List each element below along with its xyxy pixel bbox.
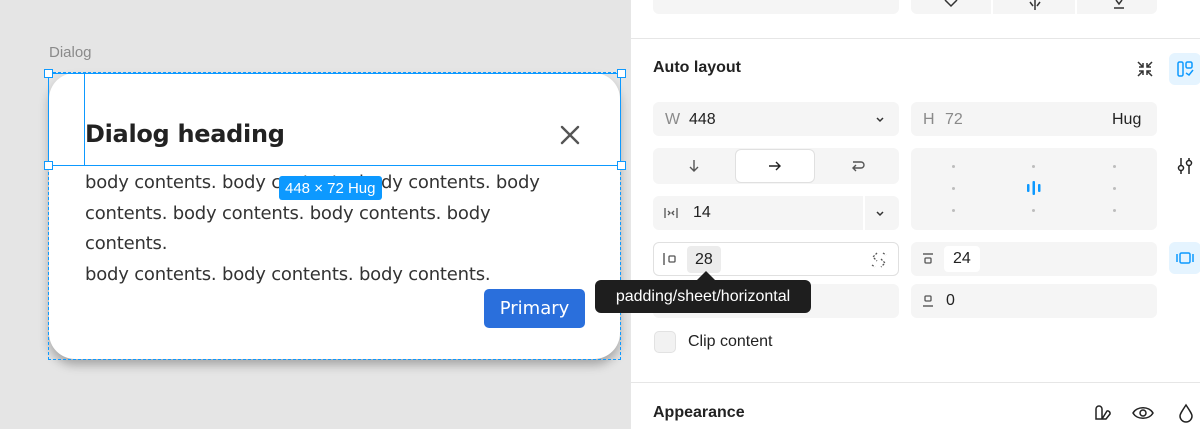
properties-panel: 0 Auto layout W 448 H 72 Hug: [630, 0, 1200, 429]
styles-icon: [1095, 405, 1111, 420]
height-value: 72: [945, 111, 963, 128]
direction-vertical-button[interactable]: [653, 148, 735, 184]
bottom-padding-value: 0: [946, 292, 955, 309]
design-canvas[interactable]: Dialog Dialog heading body contents. bod…: [0, 0, 630, 429]
drop-icon: [1179, 403, 1193, 423]
chevron-down-icon[interactable]: [875, 116, 885, 124]
resize-handle-bottom-right[interactable]: [617, 161, 626, 170]
clip-content-label[interactable]: Clip content: [688, 333, 773, 351]
arrow-down-icon: [689, 160, 699, 172]
primary-button[interactable]: Primary: [484, 289, 585, 328]
gap-value: 14: [693, 204, 711, 221]
collapse-arrows-icon: [1137, 61, 1153, 77]
visibility-toggle[interactable]: [1128, 400, 1158, 426]
partial-field-top[interactable]: 0: [653, 0, 899, 14]
direction-segmented-control: [653, 148, 899, 184]
blend-mode-button[interactable]: [1173, 400, 1199, 426]
height-mode: Hug: [1112, 111, 1142, 128]
constraint-icon: [1114, 0, 1124, 9]
arrow-right-icon: [769, 161, 781, 171]
close-icon: [560, 125, 580, 145]
padding-bottom-icon: [923, 295, 933, 307]
resize-handle-top-right[interactable]: [617, 69, 626, 78]
partial-alignment-group[interactable]: [911, 0, 1157, 14]
gap-icon: [664, 208, 678, 218]
partial-field-value: 0: [687, 0, 696, 2]
alignment-grid[interactable]: [911, 148, 1157, 230]
individual-padding-button[interactable]: [1169, 242, 1200, 274]
detach-variable-icon[interactable]: [869, 250, 889, 270]
constraint-icon: [944, 0, 958, 8]
dialog-body-line: body contents. body contents. body conte…: [85, 263, 491, 285]
align-center-icon: [1027, 181, 1041, 195]
direction-horizontal-button[interactable]: [735, 149, 815, 183]
shrink-to-fit-button[interactable]: [1131, 56, 1159, 82]
section-divider: [631, 382, 1200, 383]
top-padding-value: 24: [953, 250, 971, 267]
auto-layout-icon: [1177, 61, 1194, 77]
top-padding-field[interactable]: 24: [911, 242, 1157, 276]
horizontal-padding-value: 28: [695, 251, 713, 268]
padding-variable-tooltip: padding/sheet/horizontal: [595, 280, 811, 313]
padding-sides-icon: [1176, 252, 1194, 264]
sliders-icon: [1177, 158, 1193, 174]
wrap-icon: [852, 161, 865, 172]
width-value: 448: [689, 111, 716, 128]
appearance-title: Appearance: [653, 404, 745, 421]
width-label: W: [665, 111, 681, 128]
resize-handle-bottom-left[interactable]: [44, 161, 53, 170]
eye-icon: [1132, 407, 1154, 419]
dialog-heading[interactable]: Dialog heading: [85, 120, 285, 148]
constraint-icon: [1029, 0, 1041, 10]
auto-layout-settings-button[interactable]: [1169, 53, 1200, 85]
padding-top-icon: [923, 253, 933, 264]
resize-handle-top-left[interactable]: [44, 69, 53, 78]
section-divider: [631, 38, 1200, 39]
height-field[interactable]: H 72 Hug: [911, 102, 1157, 136]
gap-field[interactable]: 14: [653, 196, 899, 230]
dialog-body-line: contents. body contents. body contents. …: [85, 202, 491, 255]
variable-mode-button[interactable]: [1089, 400, 1115, 426]
padding-left-icon: [663, 253, 676, 265]
tooltip-arrow: [697, 271, 715, 280]
height-label: H: [923, 111, 935, 128]
auto-layout-title: Auto layout: [653, 59, 741, 76]
advanced-layout-settings-button[interactable]: [1169, 152, 1200, 180]
frame-label[interactable]: Dialog: [49, 44, 92, 61]
chevron-down-icon[interactable]: [875, 210, 885, 218]
selection-size-badge: 448 × 72 Hug: [279, 176, 382, 200]
width-field[interactable]: W 448: [653, 102, 899, 136]
horizontal-padding-field[interactable]: 28: [653, 242, 899, 276]
bottom-padding-field[interactable]: 0: [911, 284, 1157, 318]
direction-wrap-button[interactable]: [817, 148, 899, 184]
dialog-close-button[interactable]: [556, 121, 584, 149]
clip-content-checkbox[interactable]: [654, 331, 676, 353]
